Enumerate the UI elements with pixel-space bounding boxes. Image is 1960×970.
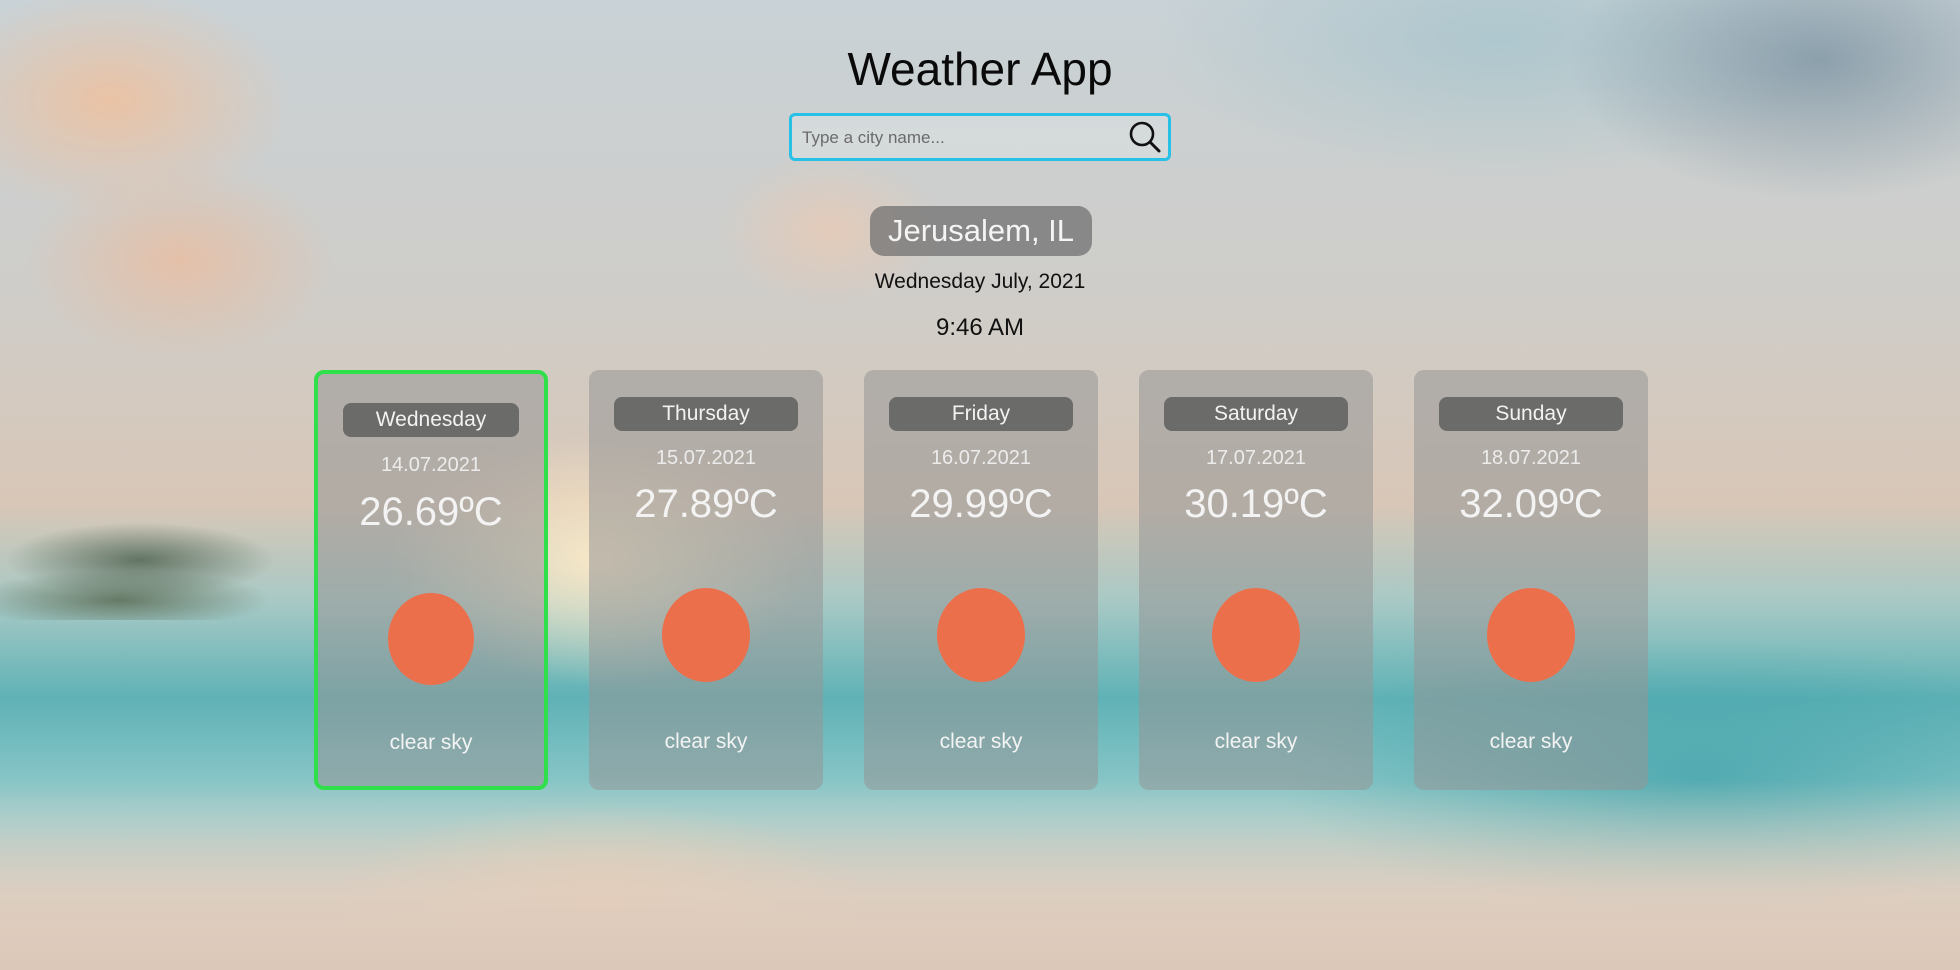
current-time: 9:46 AM — [935, 314, 1025, 341]
forecast-date: 18.07.2021 — [1480, 447, 1582, 469]
forecast-description: clear sky — [1489, 730, 1573, 753]
forecast-description: clear sky — [664, 730, 748, 753]
forecast-day: Sunday — [1439, 397, 1623, 431]
search-icon — [1129, 121, 1161, 153]
forecast-day: Friday — [889, 397, 1073, 431]
forecast-temperature: 30.19ºC — [1184, 482, 1328, 526]
sun-icon — [937, 588, 1025, 682]
city-name-label: Jerusalem, IL — [870, 206, 1092, 256]
forecast-card-friday[interactable]: Friday 16.07.2021 29.99ºC clear sky — [864, 370, 1098, 790]
forecast-day: Saturday — [1164, 397, 1348, 431]
sun-icon — [662, 588, 750, 682]
forecast-description: clear sky — [389, 731, 473, 754]
forecast-description: clear sky — [1214, 730, 1298, 753]
forecast-date: 15.07.2021 — [655, 447, 757, 469]
sun-icon — [1212, 588, 1300, 682]
forecast-card-saturday[interactable]: Saturday 17.07.2021 30.19ºC clear sky — [1139, 370, 1373, 790]
app-title: Weather App — [847, 43, 1113, 95]
forecast-date: 17.07.2021 — [1205, 447, 1307, 469]
forecast-card-thursday[interactable]: Thursday 15.07.2021 27.89ºC clear sky — [589, 370, 823, 790]
sun-icon — [388, 593, 474, 685]
search-box — [789, 113, 1171, 161]
forecast-date: 14.07.2021 — [380, 454, 482, 476]
forecast-temperature: 27.89ºC — [634, 482, 778, 526]
forecast-temperature: 26.69ºC — [359, 490, 503, 534]
forecast-temperature: 29.99ºC — [909, 482, 1053, 526]
city-search-input[interactable] — [800, 116, 1124, 160]
forecast-day: Wednesday — [343, 403, 519, 437]
forecast-temperature: 32.09ºC — [1459, 482, 1603, 526]
forecast-card-wednesday[interactable]: Wednesday 14.07.2021 26.69ºC clear sky — [314, 370, 548, 790]
current-date: Wednesday July, 2021 — [874, 270, 1086, 293]
search-button[interactable] — [1126, 119, 1164, 155]
forecast-day: Thursday — [614, 397, 798, 431]
forecast-description: clear sky — [939, 730, 1023, 753]
forecast-card-sunday[interactable]: Sunday 18.07.2021 32.09ºC clear sky — [1414, 370, 1648, 790]
sun-icon — [1487, 588, 1575, 682]
forecast-date: 16.07.2021 — [930, 447, 1032, 469]
